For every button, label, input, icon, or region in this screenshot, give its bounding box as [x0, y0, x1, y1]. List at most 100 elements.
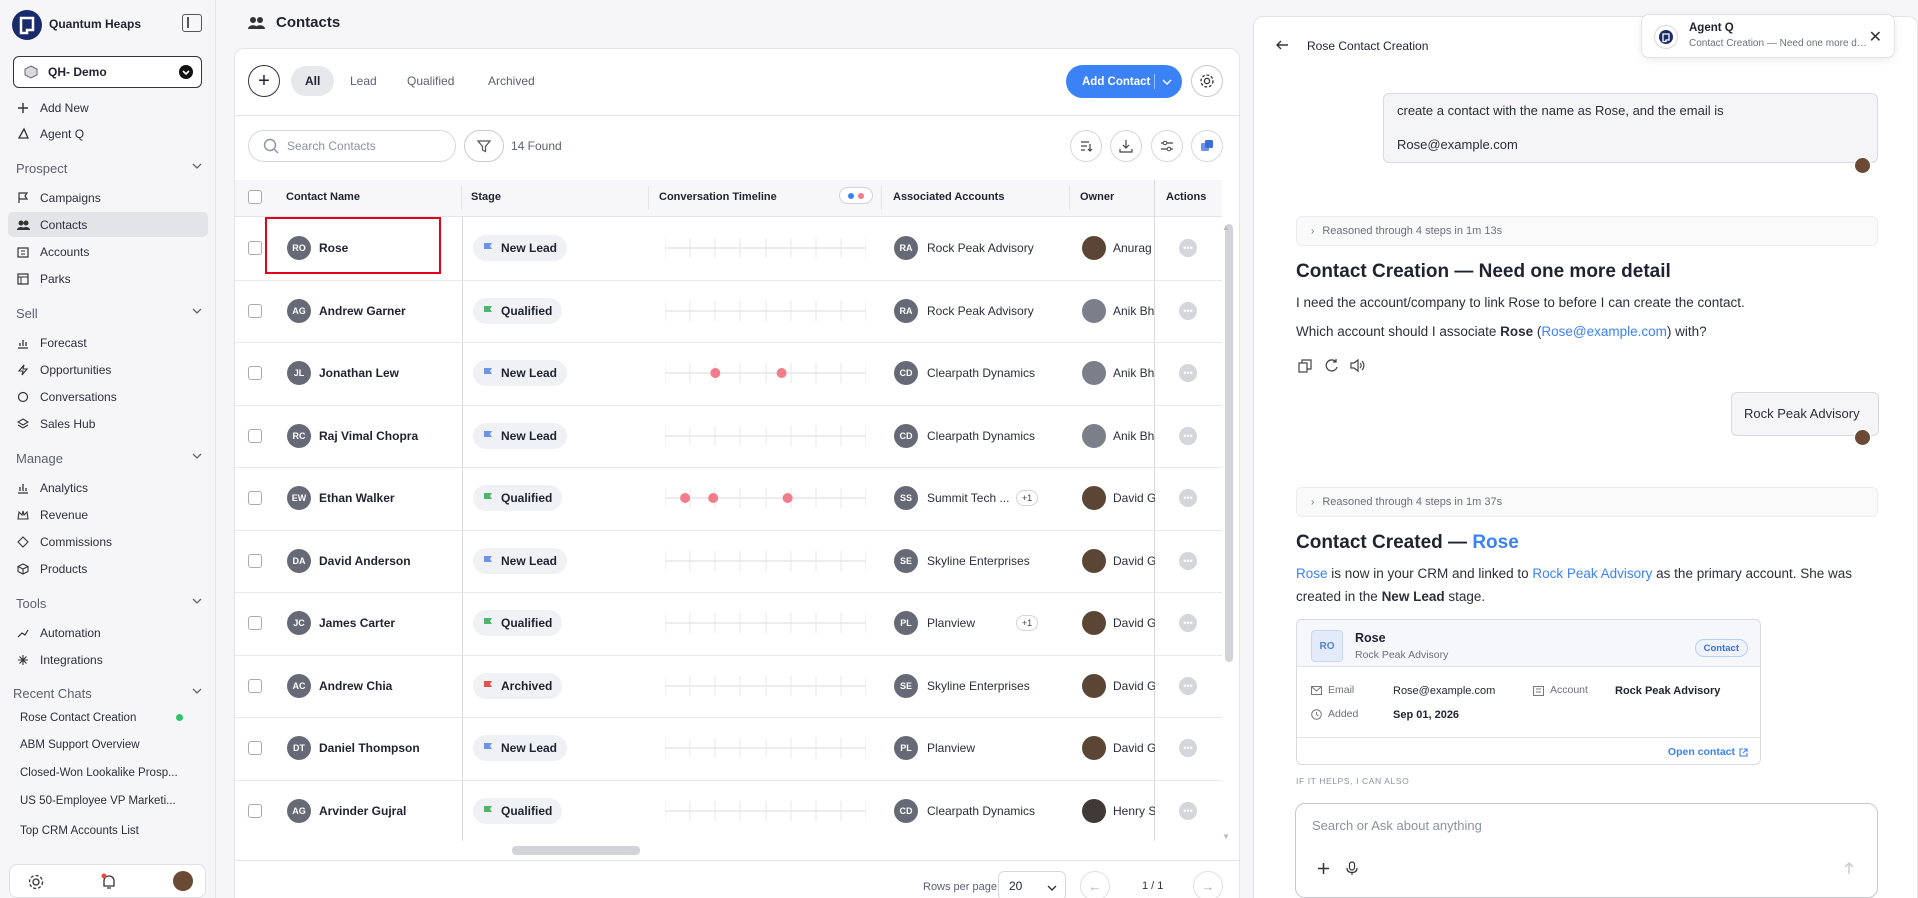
- contact-name[interactable]: Raj Vimal Chopra: [319, 429, 418, 443]
- recent-chat-item[interactable]: ABM Support Overview: [20, 739, 140, 751]
- search-input[interactable]: [287, 139, 437, 153]
- recent-chat-item[interactable]: Rose Contact Creation: [20, 712, 136, 724]
- recent-chat-item[interactable]: Closed-Won Lookalike Prosp...: [20, 767, 178, 779]
- stage-pill[interactable]: Qualified: [473, 610, 563, 637]
- row-actions-button[interactable]: •••: [1179, 801, 1197, 820]
- more-accounts-badge[interactable]: +1: [1016, 490, 1038, 507]
- recent-chat-item[interactable]: US 50-Employee VP Marketi...: [20, 795, 176, 807]
- contact-name[interactable]: Jonathan Lew: [319, 366, 399, 380]
- stage-pill[interactable]: New Lead: [473, 422, 568, 449]
- contact-link[interactable]: Rose: [1296, 566, 1328, 581]
- section-recent-chats[interactable]: Recent Chats: [13, 686, 202, 701]
- reasoning-toggle[interactable]: › Reasoned through 4 steps in 1m 37s: [1296, 487, 1878, 517]
- more-accounts-badge[interactable]: +1: [1016, 615, 1038, 632]
- next-page-button[interactable]: →: [1193, 871, 1223, 898]
- stage-pill[interactable]: Qualified: [473, 485, 563, 512]
- contact-name[interactable]: James Carter: [319, 616, 395, 630]
- row-actions-button[interactable]: •••: [1179, 426, 1197, 445]
- stage-pill[interactable]: New Lead: [473, 360, 568, 387]
- nav-sales-hub[interactable]: Sales Hub: [8, 411, 208, 436]
- back-arrow-icon[interactable]: [1275, 38, 1289, 52]
- conversation-timeline[interactable]: [665, 484, 866, 512]
- open-contact-link[interactable]: Open contact: [1668, 746, 1748, 758]
- nav-automation[interactable]: Automation: [8, 620, 208, 645]
- row-checkbox[interactable]: [248, 616, 262, 631]
- stage-pill[interactable]: Qualified: [473, 797, 563, 824]
- contact-name[interactable]: Andrew Chia: [319, 679, 392, 693]
- nav-commissions[interactable]: Commissions: [8, 529, 208, 554]
- reasoning-toggle[interactable]: › Reasoned through 4 steps in 1m 13s: [1296, 216, 1878, 246]
- nav-parks[interactable]: Parks: [8, 266, 208, 291]
- row-checkbox[interactable]: [248, 553, 262, 568]
- conversation-timeline[interactable]: [665, 734, 866, 762]
- contact-name[interactable]: Ethan Walker: [319, 491, 395, 505]
- tab-all[interactable]: All: [291, 66, 335, 96]
- workspace-selector[interactable]: QH- Demo: [13, 56, 202, 88]
- conversation-timeline[interactable]: [665, 234, 866, 262]
- account-link[interactable]: Rock Peak Advisory: [1532, 566, 1652, 581]
- conversation-timeline[interactable]: [665, 797, 866, 825]
- copy-icon[interactable]: [1298, 359, 1312, 373]
- nav-accounts[interactable]: Accounts: [8, 239, 208, 264]
- merge-button[interactable]: [1191, 130, 1223, 162]
- col-owner[interactable]: Owner: [1080, 191, 1114, 203]
- col-contact-name[interactable]: Contact Name: [286, 191, 360, 203]
- account-name[interactable]: Planview: [927, 741, 975, 755]
- search-contacts[interactable]: [248, 130, 456, 162]
- stage-pill[interactable]: New Lead: [473, 735, 568, 762]
- section-prospect[interactable]: Prospect: [16, 161, 202, 176]
- account-name[interactable]: Planview: [927, 616, 975, 630]
- send-arrow-icon[interactable]: [1843, 861, 1855, 875]
- bell-icon[interactable]: [101, 873, 117, 891]
- section-sell[interactable]: Sell: [16, 306, 202, 321]
- row-checkbox[interactable]: [248, 303, 262, 318]
- download-button[interactable]: [1110, 130, 1142, 162]
- conversation-timeline[interactable]: [665, 672, 866, 700]
- conversation-timeline[interactable]: [665, 359, 866, 387]
- contact-name[interactable]: David Anderson: [319, 554, 411, 568]
- scroll-up-icon[interactable]: ▲: [1222, 223, 1230, 232]
- email-link[interactable]: Rose@example.com: [1393, 685, 1495, 697]
- select-all-checkbox[interactable]: [248, 190, 262, 204]
- row-actions-button[interactable]: •••: [1179, 551, 1197, 570]
- table-settings-button[interactable]: [1191, 65, 1223, 97]
- columns-button[interactable]: [1151, 130, 1183, 162]
- nav-forecast[interactable]: Forecast: [8, 330, 208, 355]
- tab-qualified[interactable]: Qualified: [407, 66, 454, 96]
- col-stage[interactable]: Stage: [471, 191, 501, 203]
- row-checkbox[interactable]: [248, 678, 262, 693]
- quantum-heaps-logo[interactable]: [12, 10, 42, 40]
- chat-input[interactable]: [1312, 818, 1832, 833]
- account-name[interactable]: Skyline Enterprises: [927, 554, 1030, 568]
- contact-name[interactable]: Daniel Thompson: [319, 741, 420, 755]
- account-name[interactable]: Rock Peak Advisory: [927, 304, 1034, 318]
- nav-add-new[interactable]: Add New: [8, 95, 208, 120]
- conversation-timeline[interactable]: [665, 422, 866, 450]
- rows-per-page-select[interactable]: 20: [998, 871, 1066, 898]
- conversation-timeline[interactable]: [665, 609, 866, 637]
- row-checkbox[interactable]: [248, 428, 262, 443]
- account-name[interactable]: Rock Peak Advisory: [927, 241, 1034, 255]
- stage-pill[interactable]: New Lead: [473, 547, 568, 574]
- prev-page-button[interactable]: ←: [1080, 871, 1110, 898]
- add-contact-button[interactable]: Add Contact: [1066, 65, 1182, 98]
- nav-contacts[interactable]: Contacts: [8, 212, 208, 237]
- section-manage[interactable]: Manage: [16, 451, 202, 466]
- microphone-icon[interactable]: [1346, 861, 1358, 876]
- contact-name[interactable]: Andrew Garner: [319, 304, 406, 318]
- scroll-down-icon[interactable]: ▼: [1222, 832, 1230, 841]
- row-checkbox[interactable]: [248, 803, 262, 818]
- row-checkbox[interactable]: [248, 366, 262, 381]
- nav-products[interactable]: Products: [8, 556, 208, 581]
- row-checkbox[interactable]: [248, 241, 262, 256]
- account-name[interactable]: Summit Tech ...: [927, 491, 1009, 505]
- timeline-toggle[interactable]: [839, 187, 873, 204]
- agent-notification-toast[interactable]: Agent Q Contact Creation — Need one more…: [1641, 14, 1895, 58]
- nav-revenue[interactable]: Revenue: [8, 502, 208, 527]
- row-checkbox[interactable]: [248, 741, 262, 756]
- add-icon-button[interactable]: +: [248, 65, 280, 97]
- attach-plus-icon[interactable]: [1317, 862, 1330, 875]
- sidebar-collapse-icon[interactable]: [182, 14, 202, 32]
- nav-agent-q[interactable]: Agent Q: [8, 121, 208, 146]
- settings-icon[interactable]: [28, 874, 44, 890]
